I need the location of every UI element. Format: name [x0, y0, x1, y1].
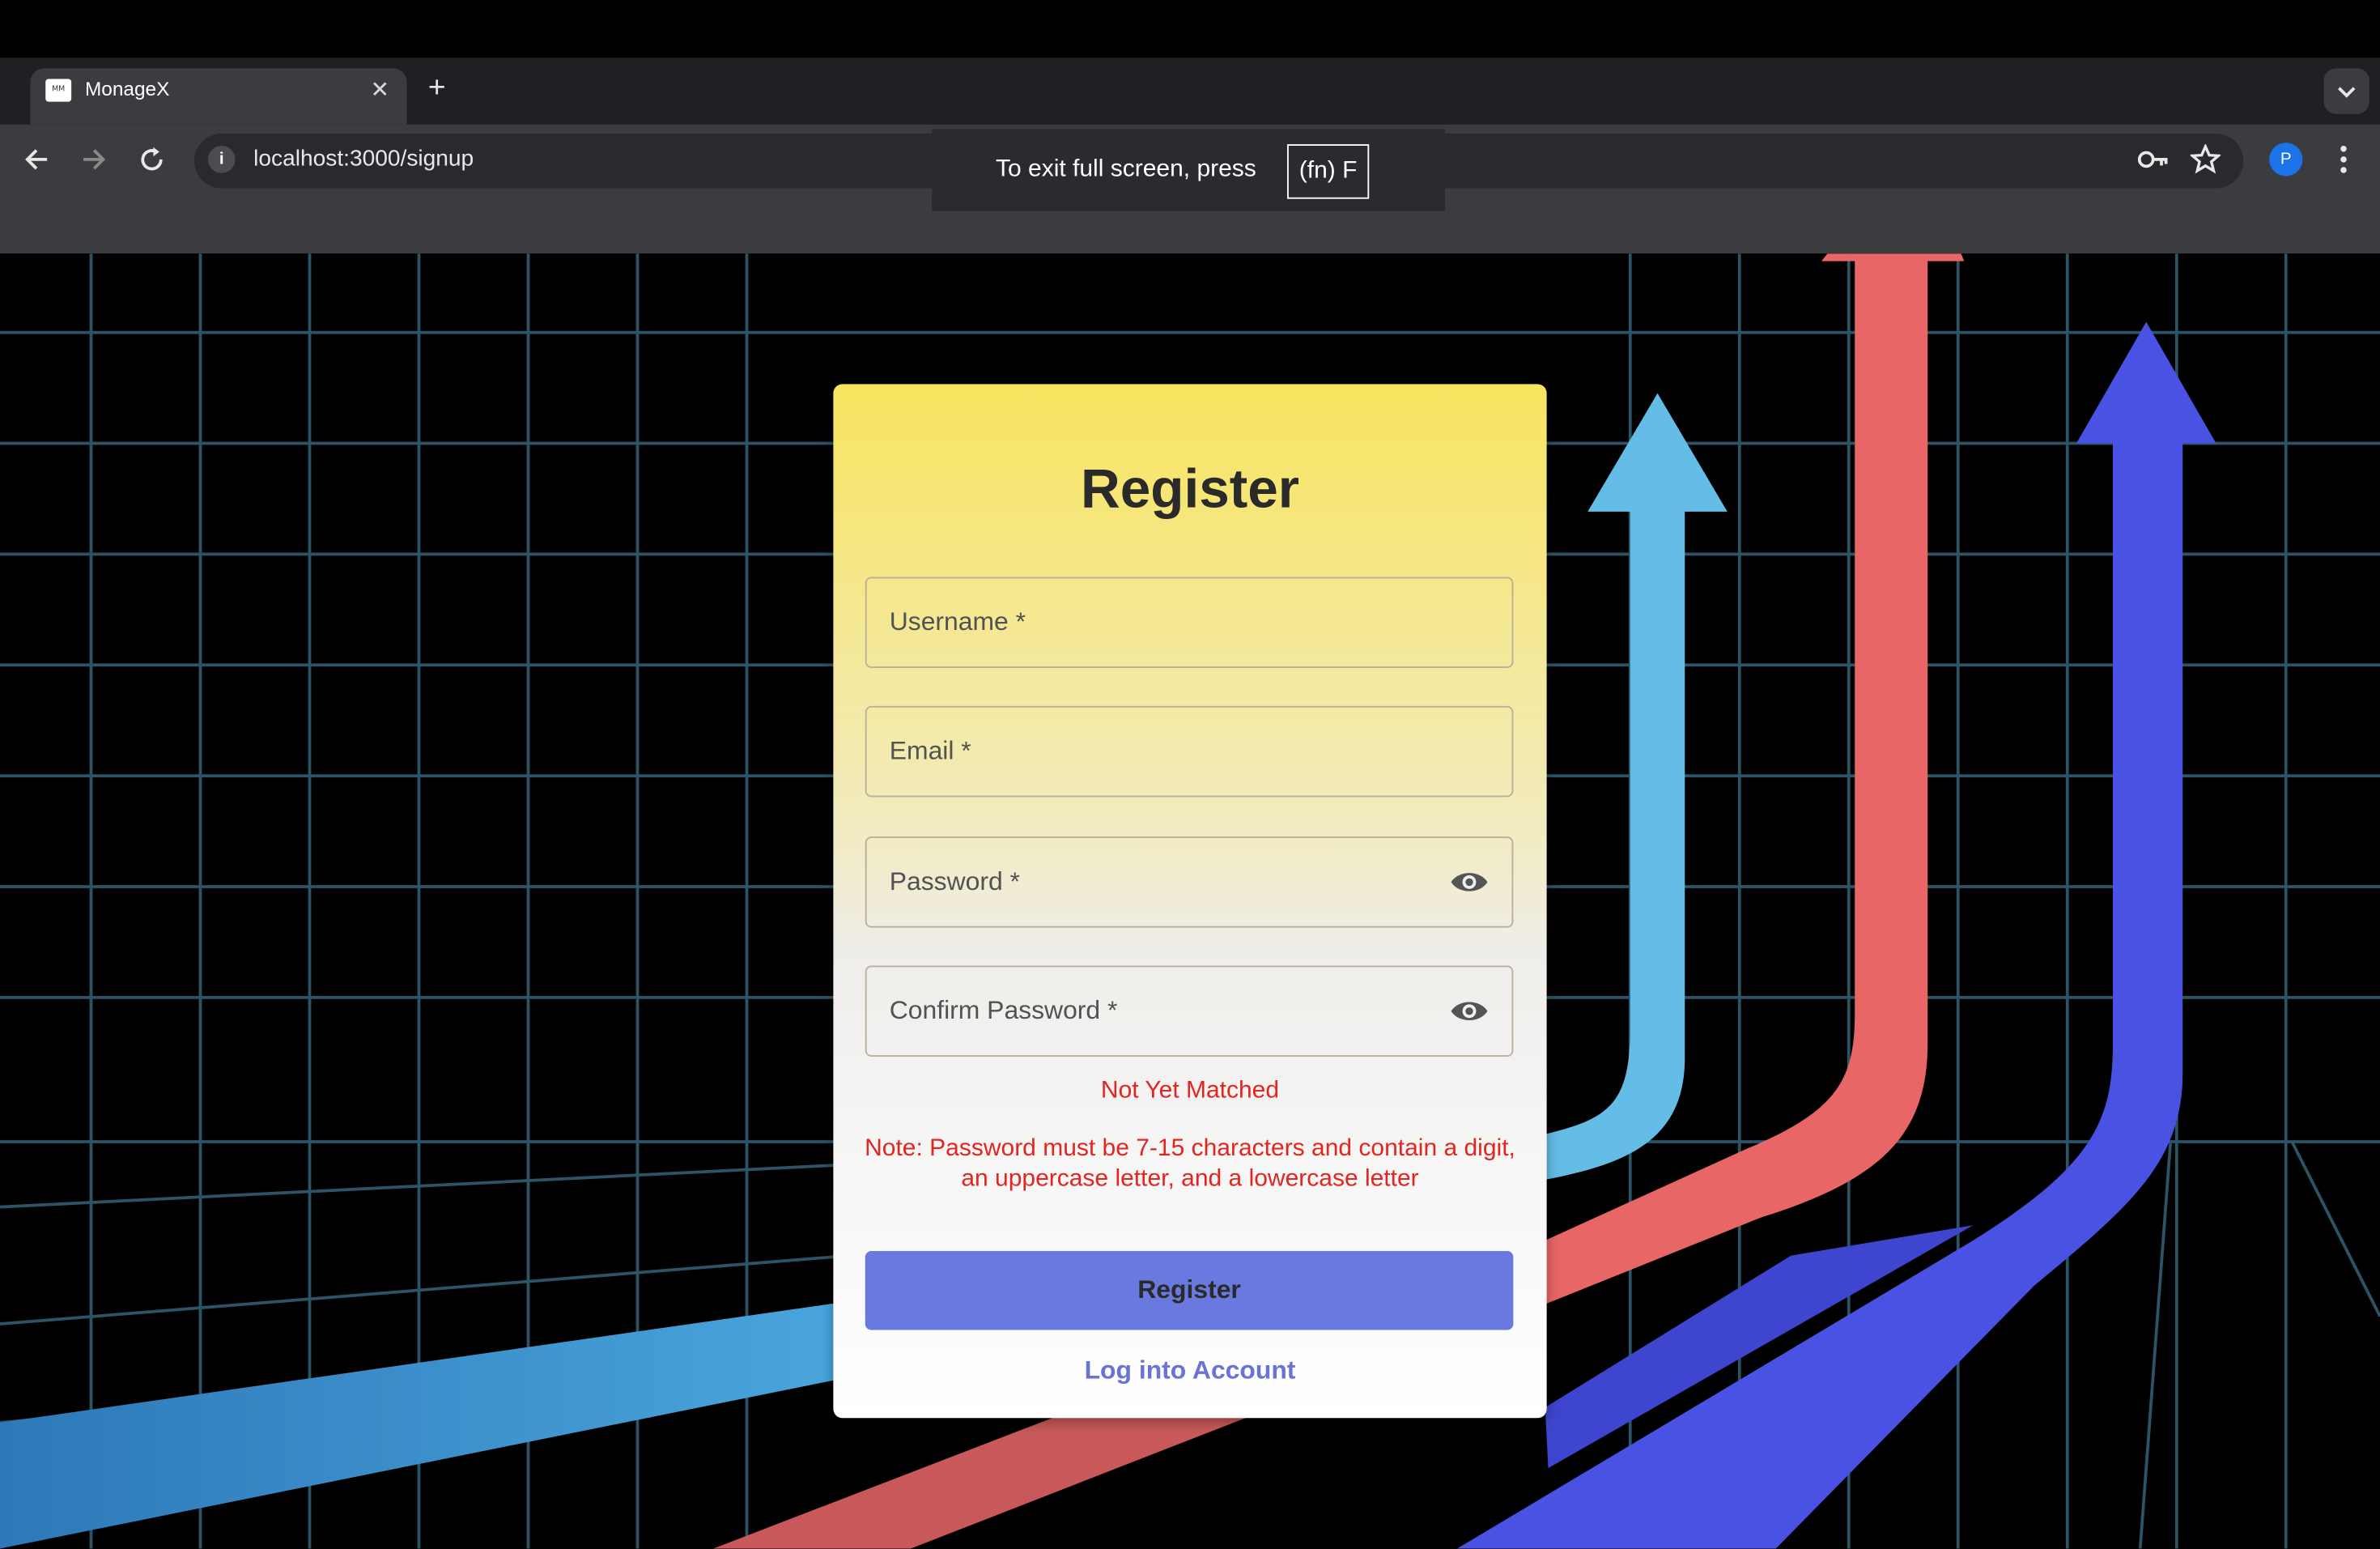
new-tab-button[interactable]: + — [428, 71, 446, 106]
register-button[interactable]: Register — [865, 1251, 1514, 1330]
eye-icon[interactable] — [1450, 869, 1490, 896]
email-label: Email * — [889, 736, 971, 765]
tab-title: MonageX — [85, 77, 170, 100]
bookmark-star-icon[interactable] — [2190, 144, 2221, 175]
register-card: Register Username * Email * Password * C… — [833, 384, 1547, 1419]
page-background: Register Username * Email * Password * C… — [0, 253, 2380, 1549]
password-note: Note: Password must be 7-15 characters a… — [865, 1135, 1515, 1192]
site-info-icon[interactable]: i — [207, 146, 236, 173]
password-label: Password * — [889, 866, 1020, 896]
tab-close-icon[interactable]: ✕ — [371, 76, 390, 104]
menu-dots-icon[interactable] — [2331, 144, 2356, 175]
screen: MM MonageX ✕ + i localhost:3000/signup P… — [0, 0, 2380, 1549]
confirm-password-field[interactable]: Confirm Password * — [865, 965, 1514, 1057]
eye-icon[interactable] — [1450, 998, 1490, 1025]
password-key-icon[interactable] — [2137, 146, 2170, 173]
confirm-password-label: Confirm Password * — [889, 996, 1118, 1025]
login-link[interactable]: Log into Account — [833, 1355, 1546, 1386]
url-text[interactable]: localhost:3000/signup — [253, 146, 474, 172]
reload-icon[interactable] — [137, 144, 168, 175]
fullscreen-notice: To exit full screen, press — [996, 156, 1256, 182]
forward-arrow-icon[interactable] — [79, 144, 110, 175]
fullscreen-key: (fn) F — [1287, 144, 1370, 199]
back-arrow-icon[interactable] — [21, 144, 52, 175]
match-status: Not Yet Matched — [1100, 1078, 1280, 1104]
username-field[interactable]: Username * — [865, 577, 1514, 668]
profile-avatar[interactable]: P — [2269, 143, 2303, 177]
username-label: Username * — [889, 607, 1026, 636]
password-field[interactable]: Password * — [865, 836, 1514, 928]
tab-search-button[interactable] — [2323, 68, 2369, 114]
favicon-icon: MM — [45, 79, 72, 102]
chevron-down-icon — [2338, 87, 2356, 98]
page-title: Register — [1080, 457, 1300, 520]
email-field[interactable]: Email * — [865, 705, 1514, 798]
top-bar — [0, 0, 2380, 58]
